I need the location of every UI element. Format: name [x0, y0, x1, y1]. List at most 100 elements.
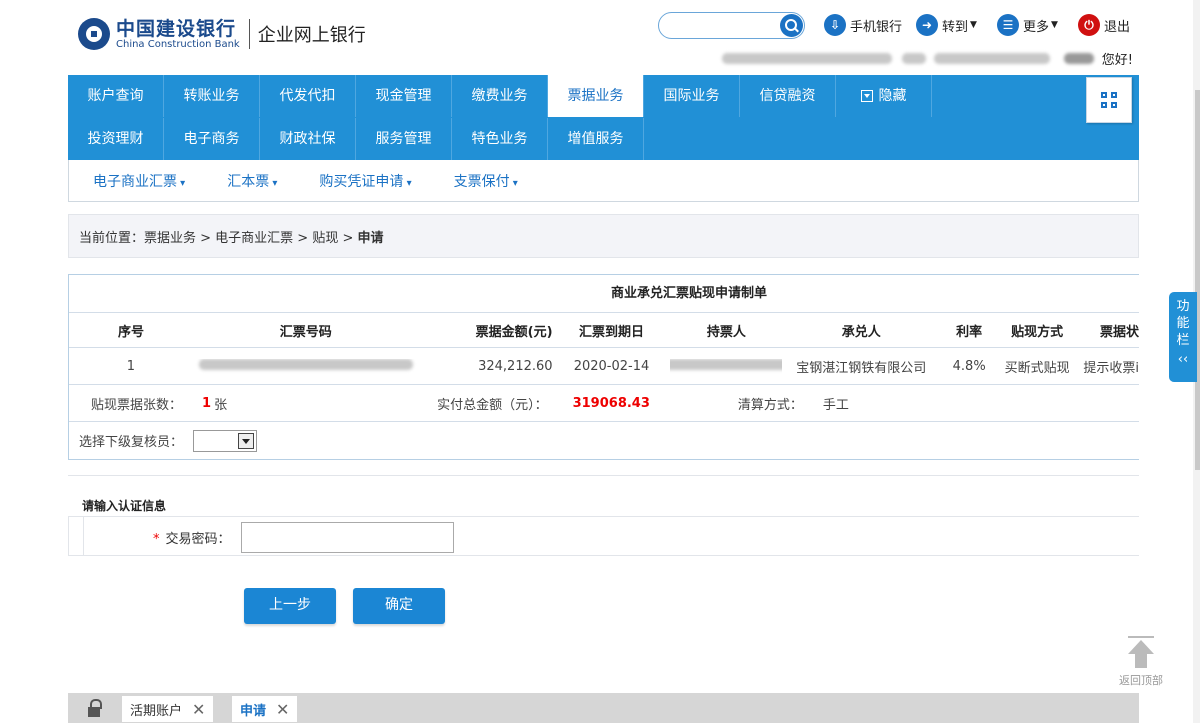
holder-redacted — [670, 358, 783, 374]
password-row: * 交易密码： — [68, 516, 1139, 556]
col-bill-no: 汇票号码 — [279, 324, 332, 340]
nav-item-value-added[interactable]: 增值服务 — [548, 118, 644, 160]
scrollbar-thumb[interactable] — [1195, 90, 1200, 470]
settle-method: 手工 — [822, 397, 849, 413]
auth-section: 请输入认证信息 * 交易密码： — [68, 475, 1139, 556]
bill-no-redacted — [193, 358, 419, 374]
nav-item-featured[interactable]: 特色业务 — [452, 118, 548, 160]
count-label: 贴现票据张数： — [91, 397, 183, 413]
tab-demand-account[interactable]: 活期账户 ✕ — [122, 696, 214, 722]
reviewer-label: 选择下级复核员： — [79, 435, 184, 450]
list-icon: ☰ — [997, 14, 1019, 36]
nav-item-transfer[interactable]: 转账业务 — [164, 75, 260, 117]
discount-application-panel: 商业承兑汇票贴现申请制单 序号 汇票号码 票据金额(元) 汇票到期日 持票人 承… — [68, 274, 1139, 460]
summary-row: 贴现票据张数： 1 张 实付总金额（元）： 319068.43 清算方式： 手工 — [69, 385, 1139, 422]
logo-divider — [248, 19, 250, 49]
back-to-top-button[interactable]: 返回顶部 — [1118, 636, 1164, 688]
more-link[interactable]: ☰ 更多 ▼ — [997, 14, 1058, 36]
table-row: 1 324,212.60 2020-02-14 宝钢湛江钢铁有限公司 4.8% … — [69, 348, 1139, 385]
nav-item-payments[interactable]: 缴费业务 — [452, 75, 548, 117]
reviewer-select[interactable] — [193, 429, 258, 452]
col-holder: 持票人 — [706, 324, 746, 340]
lock-icon[interactable] — [88, 699, 102, 717]
tab-apply[interactable]: 申请 ✕ — [232, 696, 298, 722]
goto-link[interactable]: ➜ 转到 ▼ — [916, 14, 977, 36]
nav-item-service-management[interactable]: 服务管理 — [356, 118, 452, 160]
subnav-bank-draft[interactable]: 汇本票 — [227, 171, 277, 191]
username-redacted — [1063, 53, 1094, 64]
close-icon[interactable]: ✕ — [192, 700, 205, 719]
function-bar-tab[interactable]: 功能栏 ‹‹ — [1169, 292, 1197, 382]
search-icon[interactable] — [780, 14, 803, 37]
breadcrumb-path: 票据业务 > 电子商业汇票 > 贴现 > — [144, 230, 358, 246]
chevron-down-icon: ▼ — [1051, 20, 1058, 30]
nav-item-ecommerce[interactable]: 电子商务 — [164, 118, 260, 160]
reviewer-row: 选择下级复核员： — [69, 422, 1139, 459]
auth-title: 请输入认证信息 — [82, 499, 167, 513]
transaction-password-field[interactable] — [241, 522, 454, 553]
chevron-down-icon: ▼ — [970, 20, 977, 30]
col-amount: 票据金额(元) — [475, 324, 553, 340]
company-name-redacted — [721, 53, 892, 64]
nav-row-2: 投资理财 电子商务 财政社保 服务管理 特色业务 增值服务 — [68, 118, 644, 160]
user-info: 您好! — [721, 49, 1133, 68]
subnav-voucher-purchase[interactable]: 购买凭证申请 — [319, 171, 411, 191]
page: 中国建设银行 China Construction Bank 企业网上银行 ⇩ … — [0, 0, 1200, 723]
nav-item-social-security[interactable]: 财政社保 — [260, 118, 356, 160]
confirm-button[interactable]: 确定 — [353, 588, 445, 624]
col-index: 序号 — [117, 324, 144, 340]
bank-name-en: China Construction Bank — [116, 38, 240, 50]
required-mark: * — [153, 532, 160, 547]
subnav-check-guarantee[interactable]: 支票保付 — [454, 171, 518, 191]
sub-nav: 电子商业汇票 汇本票 购买凭证申请 支票保付 — [68, 160, 1139, 202]
col-method: 贴现方式 — [1011, 324, 1064, 340]
table-header: 序号 汇票号码 票据金额(元) 汇票到期日 持票人 承兑人 利率 贴现方式 票据… — [69, 313, 1139, 348]
col-rate: 利率 — [956, 324, 983, 340]
bank-logo[interactable]: 中国建设银行 China Construction Bank 企业网上银行 — [78, 18, 366, 50]
count-value: 1 — [202, 395, 212, 411]
function-bar-label: 功能栏 — [1176, 299, 1190, 348]
search-input[interactable] — [658, 12, 805, 39]
total-label: 实付总金额（元）： — [437, 397, 548, 413]
product-name: 企业网上银行 — [257, 25, 366, 46]
account-redacted — [933, 53, 1050, 64]
col-due-date: 汇票到期日 — [578, 324, 644, 340]
chevron-down-icon[interactable] — [238, 432, 255, 449]
col-acceptor: 承兑人 — [841, 324, 881, 340]
nav-item-credit[interactable]: 信贷融资 — [740, 75, 836, 117]
close-icon[interactable]: ✕ — [276, 700, 289, 719]
greeting: 您好! — [1101, 53, 1133, 68]
main-nav: 账户查询 转账业务 代发代扣 现金管理 缴费业务 票据业务 国际业务 信贷融资 … — [68, 75, 1139, 160]
breadcrumb: 当前位置： 票据业务 > 电子商业汇票 > 贴现 > 申请 — [68, 214, 1139, 258]
nav-item-bills[interactable]: 票据业务 — [548, 75, 644, 117]
arrow-up-icon — [1128, 640, 1154, 654]
share-arrow-icon: ➜ — [916, 14, 938, 36]
nav-hide-toggle[interactable]: 隐藏 — [836, 75, 932, 117]
logout-link[interactable]: ⏻ 退出 — [1078, 14, 1130, 36]
grid-menu-button[interactable] — [1086, 77, 1132, 123]
nav-item-payroll[interactable]: 代发代扣 — [260, 75, 356, 117]
subnav-e-commercial-draft[interactable]: 电子商业汇票 — [93, 171, 185, 191]
password-label: * 交易密码： — [153, 532, 231, 547]
col-status: 票据状 — [1099, 324, 1139, 340]
header: 中国建设银行 China Construction Bank 企业网上银行 ⇩ … — [68, 0, 1139, 75]
collapse-icon — [860, 90, 873, 102]
total-amount: 319068.43 — [572, 395, 650, 411]
nav-row-1: 账户查询 转账业务 代发代扣 现金管理 缴费业务 票据业务 国际业务 信贷融资 … — [68, 75, 932, 117]
nav-item-international[interactable]: 国际业务 — [644, 75, 740, 117]
form-title: 商业承兑汇票贴现申请制单 — [69, 275, 1139, 313]
grid-icon — [1101, 92, 1107, 98]
nav-item-investment[interactable]: 投资理财 — [68, 118, 164, 160]
double-chevron-left-icon: ‹‹ — [1177, 352, 1189, 367]
ccb-logo-icon — [78, 18, 110, 50]
bottom-tab-bar: 活期账户 ✕ 申请 ✕ — [68, 693, 1139, 723]
nav-item-cash-management[interactable]: 现金管理 — [356, 75, 452, 117]
breadcrumb-current: 申请 — [357, 230, 384, 246]
back-to-top-label: 返回顶部 — [1119, 674, 1163, 687]
nav-item-account-query[interactable]: 账户查询 — [68, 75, 164, 117]
bank-name-cn: 中国建设银行 — [116, 17, 237, 40]
mobile-banking-link[interactable]: ⇩ 手机银行 — [824, 14, 902, 36]
prev-step-button[interactable]: 上一步 — [244, 588, 336, 624]
power-icon: ⏻ — [1078, 14, 1100, 36]
settle-label: 清算方式： — [737, 397, 803, 413]
